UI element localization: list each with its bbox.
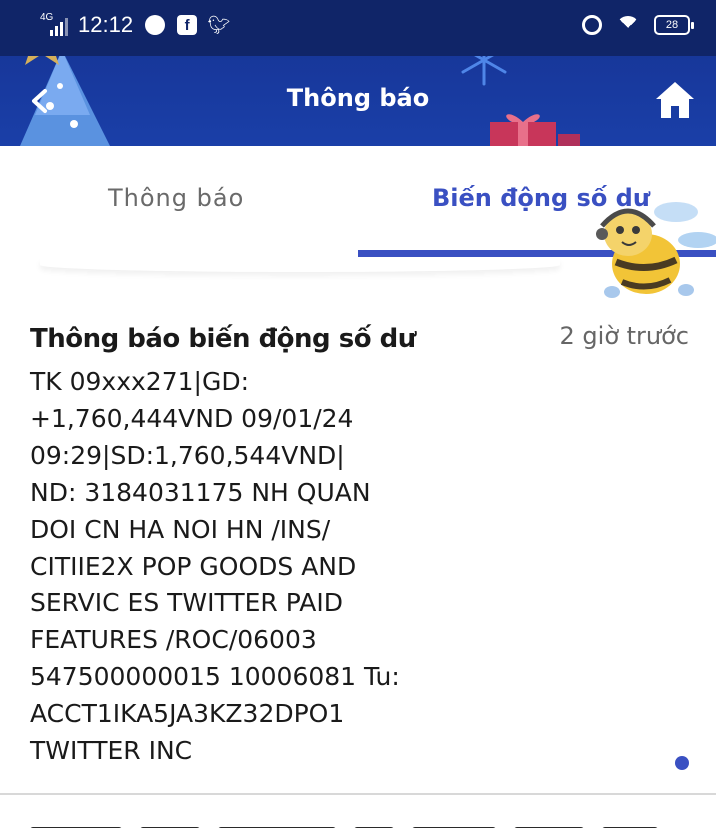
tab-notifications[interactable]: Thông báo xyxy=(108,184,244,212)
page-title: Thông báo xyxy=(286,84,430,112)
notification-body-line: ACCT1IKA5JA3KZ32DPO1 xyxy=(30,699,345,729)
notification-body-line: 09:29|SD:1,760,544VND| xyxy=(30,440,345,470)
facebook-icon xyxy=(177,15,198,35)
notification-body: TK 09xxx271|GD: +1,760,444VND 09/01/24 0… xyxy=(30,364,450,770)
home-button[interactable] xyxy=(654,80,696,120)
wifi-icon xyxy=(616,16,640,40)
list-divider xyxy=(0,793,716,795)
tab-bar-shadow xyxy=(40,258,560,272)
notification-body-line: TK 09xxx271|GD: xyxy=(30,367,249,396)
notification-item[interactable]: Thông báo biến động số dư 2 giờ trước TK… xyxy=(0,300,716,794)
notification-time: 2 giờ trước xyxy=(559,322,689,350)
unread-indicator xyxy=(675,756,689,770)
alarm-icon xyxy=(582,15,602,35)
notification-body-line: +1,760,444VND 09/01/24 xyxy=(30,403,354,433)
notification-body-line: 547500000015 10006081 Tu: xyxy=(30,662,400,692)
notification-body-line: SERVIC ES TWITTER PAID xyxy=(30,588,343,618)
signal-icon: 4G xyxy=(40,12,70,38)
gift-decoration xyxy=(490,114,580,146)
notification-title: Thông báo biến động số dư xyxy=(30,324,416,354)
notification-body-line: DOI CN HA NOI HN /INS/ xyxy=(30,514,331,544)
app-header: 4G 12:12 🐦︎ 28 Thông báo xyxy=(0,0,716,146)
notification-body-line: FEATURES /ROC/06003 xyxy=(30,625,317,655)
twitter-icon: 🐦︎ xyxy=(207,14,231,36)
battery-icon: 28 xyxy=(654,15,694,35)
home-icon xyxy=(656,82,694,118)
status-bar: 4G 12:12 🐦︎ 28 xyxy=(0,0,716,56)
status-time: 12:12 xyxy=(78,12,134,37)
notification-body-line: TWITTER INC xyxy=(30,736,193,766)
messenger-icon xyxy=(145,15,166,35)
next-notification-item-clipped[interactable] xyxy=(30,820,690,828)
notification-body-line: CITIIE2X POP GOODS AND xyxy=(30,551,357,581)
notification-body-line: ND: 3184031175 NH QUAN xyxy=(30,477,371,507)
bee-mascot-icon xyxy=(596,202,716,298)
